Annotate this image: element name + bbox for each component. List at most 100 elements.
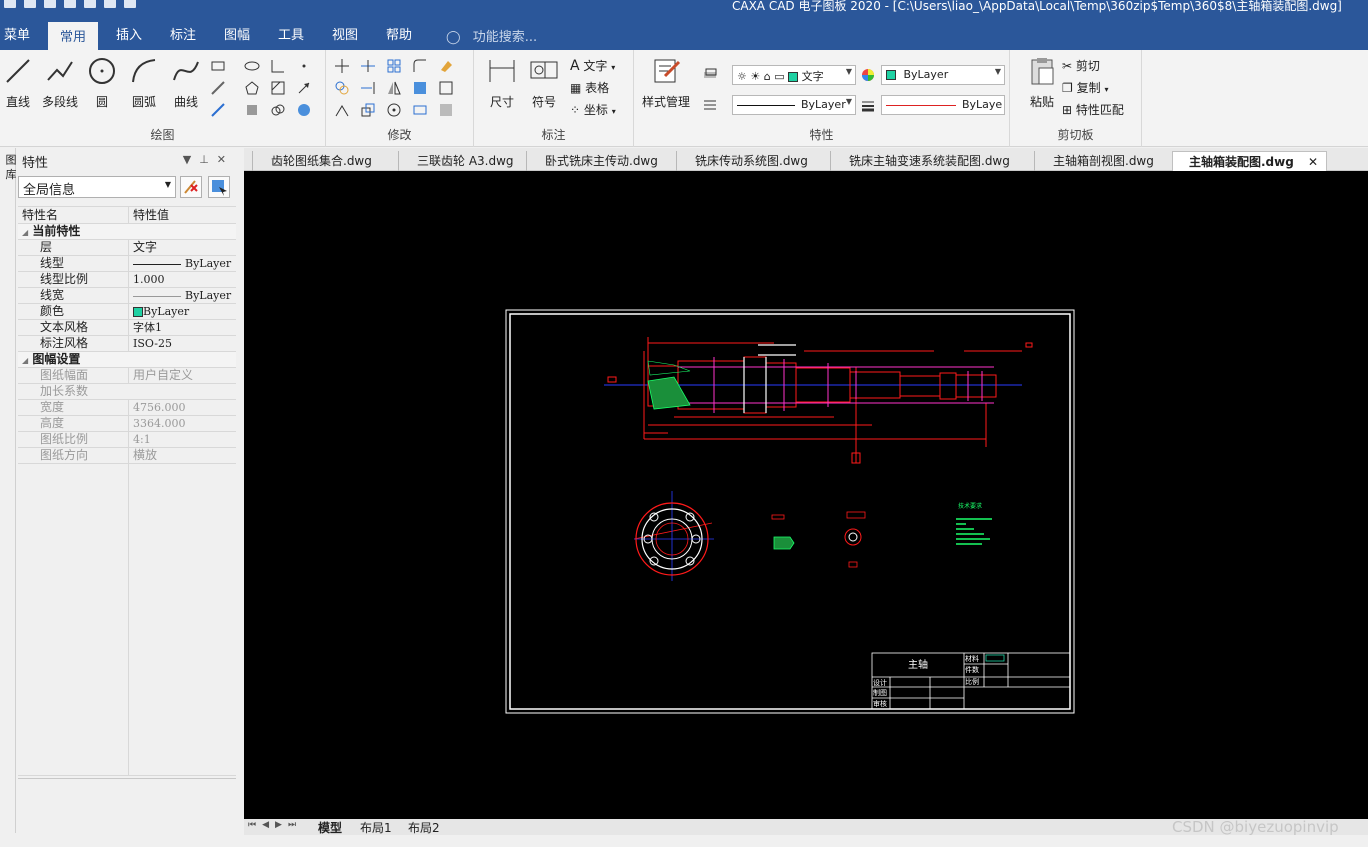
arrow-icon[interactable] [296,80,312,96]
coordinate-button[interactable]: ⁘ 坐标 ▾ [570,101,616,118]
scale-icon[interactable] [360,102,376,118]
curve-button[interactable]: 曲线 [164,56,208,110]
rotate-icon[interactable] [386,102,402,118]
array-icon[interactable] [386,58,402,74]
layer-manager-icon[interactable] [702,66,718,82]
linetype-value: ByLayer [801,98,846,111]
close-icon[interactable]: ✕ [1308,155,1318,169]
tab-tools[interactable]: 工具 [278,24,304,43]
drawing-canvas[interactable]: 主轴 材料 件数 比例 设计 制图 审核 技术要求 [244,171,1368,819]
block-icon[interactable] [244,102,260,118]
rectangle-icon[interactable] [210,58,226,74]
property-row-color[interactable]: 颜色 ByLayer [18,304,236,320]
color-wheel-icon[interactable] [860,67,876,83]
offset-icon[interactable] [438,80,454,96]
polyline-button[interactable]: 多段线 [38,56,82,110]
property-row-lineweight[interactable]: 线宽 ByLayer [18,288,236,304]
color-combo[interactable]: ByLayer ▼ [881,65,1005,85]
function-search[interactable]: ◯ 功能搜索... [446,26,537,45]
line-list-icon[interactable] [702,96,718,112]
property-row-dim-style[interactable]: 标注风格 ISO-25 [18,336,236,352]
fillet-icon[interactable] [412,58,428,74]
layout-nav-arrows[interactable]: ⏮◀▶⏭ [248,820,302,830]
open-icon[interactable] [24,0,36,8]
property-row-layer[interactable]: 层 文字 [18,240,236,256]
symbol-button[interactable]: 符号 [522,56,566,110]
mirror-icon[interactable] [386,80,402,96]
print-icon[interactable] [84,0,96,8]
ellipse-icon[interactable] [244,58,260,74]
doc-tab[interactable]: 卧式铣床主传动.dwg [526,151,666,171]
layout-tab-model[interactable]: 模型 [318,819,342,836]
pencil-icon[interactable] [210,80,226,96]
section-current-properties[interactable]: ◢ 当前特性 [18,224,236,240]
tab-dimension[interactable]: 标注 [170,24,196,43]
layout-tab-1[interactable]: 布局1 [360,819,392,836]
property-row-linetype[interactable]: 线型 ByLayer [18,256,236,272]
redo-icon[interactable] [124,0,136,8]
wipeout-icon[interactable] [296,102,312,118]
coordinate-icon: ⁘ [570,103,581,117]
doc-tab-active-label: 主轴箱装配图.dwg [1189,155,1294,169]
cut-button[interactable]: ✂ 剪切 [1062,57,1100,74]
dropdown-icon[interactable]: ▼ [183,153,199,166]
section-frame-settings[interactable]: ◢ 图幅设置 [18,352,236,368]
layout-tab-2[interactable]: 布局2 [408,819,440,836]
doc-tab[interactable]: 主轴箱剖视图.dwg [1034,151,1162,171]
doc-tab[interactable]: 铣床主轴变速系统装配图.dwg [830,151,1018,171]
tab-help[interactable]: 帮助 [386,24,412,43]
linetype-combo[interactable]: ByLayer ▼ [732,95,856,115]
doc-tab[interactable]: 齿轮图纸集合.dwg [252,151,380,171]
centerline-icon[interactable] [210,102,226,118]
dimension-button[interactable]: 尺寸 [480,56,524,110]
cloud-icon[interactable] [270,102,286,118]
quick-select-button[interactable] [180,176,202,198]
extend-icon[interactable] [360,80,376,96]
copy-button[interactable]: ❐ 复制 ▾ [1062,79,1108,96]
tab-view[interactable]: 视图 [332,24,358,43]
new-icon[interactable] [4,0,16,8]
undo-icon[interactable] [104,0,116,8]
style-manager-button[interactable]: 样式管理 [638,56,694,110]
tab-common[interactable]: 常用 [48,22,99,50]
match-properties-button[interactable]: ⊞ 特性匹配 [1062,101,1124,118]
break-icon[interactable] [438,102,454,118]
line-button[interactable]: 直线 [0,56,40,110]
lineweight-combo[interactable]: ByLaye [881,95,1005,115]
header-name: 特性名 [22,208,59,222]
close-icon[interactable]: ✕ [217,153,234,166]
property-row-linetype-scale[interactable]: 线型比例 1.000 [18,272,236,288]
tab-menu[interactable]: 菜单 [4,24,30,43]
library-side-tab[interactable]: 图 库 [0,148,17,833]
tab-frame[interactable]: 图幅 [224,24,250,43]
table-button[interactable]: ▦ 表格 [570,79,609,96]
stretch-icon[interactable] [334,102,350,118]
explode-icon[interactable] [412,102,428,118]
save-icon[interactable] [44,0,56,8]
doc-tab[interactable]: 铣床传动系统图.dwg [676,151,816,171]
property-row-text-style[interactable]: 文本风格 字体1 [18,320,236,336]
point-icon[interactable] [296,58,312,74]
paste-button[interactable]: 粘贴 [1020,56,1064,110]
polygon-icon[interactable] [244,80,260,96]
tab-insert[interactable]: 插入 [116,24,142,43]
select-objects-button[interactable] [208,176,230,198]
library-side-tab-label: 图 库 [4,154,17,180]
trim-icon[interactable] [360,58,376,74]
layer-text-combo[interactable]: ☼ ☀ ⌂ ▭ 文字 ▼ [732,65,856,85]
arc-button[interactable]: 圆弧 [122,56,166,110]
circle-button[interactable]: 圆 [80,56,124,110]
move-icon[interactable] [334,58,350,74]
hatch-icon[interactable] [270,80,286,96]
pin-icon[interactable]: ⊥ [199,153,217,166]
copy-entity-icon[interactable] [334,80,350,96]
scope-select[interactable]: 全局信息 ▼ [18,176,176,198]
save-as-icon[interactable] [64,0,76,8]
doc-tab[interactable]: 三联齿轮 A3.dwg [398,151,522,171]
erase-icon[interactable] [438,58,454,74]
angle-line-icon[interactable] [270,58,286,74]
doc-tab-active[interactable]: 主轴箱装配图.dwg ✕ [1172,151,1328,171]
lineweight-icon[interactable] [860,97,876,113]
text-button[interactable]: A 文字 ▾ [570,57,615,74]
chamfer-icon[interactable] [412,80,428,96]
